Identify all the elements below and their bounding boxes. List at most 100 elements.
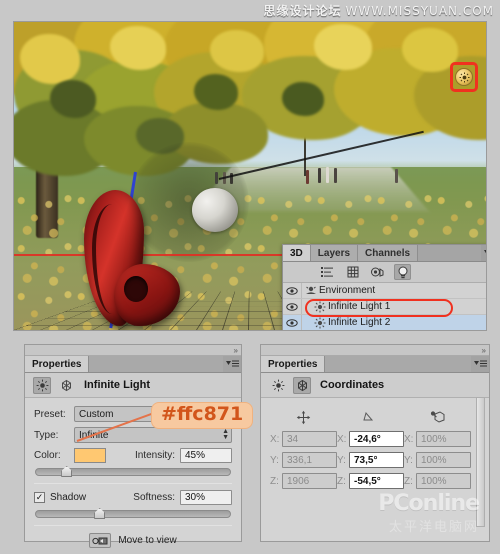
tab-properties[interactable]: Properties	[25, 356, 89, 372]
visibility-eye-icon[interactable]	[283, 315, 302, 330]
infinite-light-icon	[311, 301, 328, 313]
position-y-input[interactable]: 336,1	[282, 452, 337, 468]
scale-icon	[430, 410, 446, 428]
light-properties-icon[interactable]	[33, 377, 51, 394]
preset-label: Preset:	[34, 409, 74, 420]
list-item[interactable]: Infinite Light 1	[283, 299, 486, 315]
properties-tabbar: Properties	[25, 356, 241, 373]
list-item[interactable]: Infinite Light 2	[283, 315, 486, 330]
tabbar-filler	[89, 356, 223, 372]
panel-collapse-icon[interactable]: »	[261, 345, 489, 356]
properties-title: Coordinates	[320, 379, 384, 391]
rotation-cell: X: -24,6°	[337, 431, 404, 447]
coordinates-properties-icon[interactable]	[57, 377, 75, 394]
coordinates-properties-icon[interactable]	[293, 377, 311, 394]
rotation-cell: Z: -54,5°	[337, 473, 404, 489]
watermark-cn-text: 思缘设计论坛	[264, 4, 342, 18]
softness-label: Softness:	[133, 492, 175, 503]
properties-tabbar: Properties	[261, 356, 489, 373]
document-canvas[interactable]: 3D Layers Channels	[14, 22, 486, 330]
intensity-slider-knob[interactable]	[61, 466, 72, 477]
axis-label: Z:	[337, 476, 346, 487]
axis-label: Z:	[270, 476, 279, 487]
rotation-y-input[interactable]: 73,5°	[349, 452, 404, 468]
rotate-icon	[363, 410, 379, 428]
tab-channels[interactable]: Channels	[358, 245, 418, 261]
panel-menu-icon[interactable]	[223, 356, 241, 372]
panel-menu-icon[interactable]	[481, 245, 486, 261]
axis-label: Y:	[337, 455, 346, 466]
tab-properties[interactable]: Properties	[261, 356, 325, 372]
type-select[interactable]: Infinite ▲▼	[74, 427, 232, 443]
axis-label: Z:	[404, 476, 413, 487]
panel-3d-tabbar: 3D Layers Channels	[283, 245, 486, 262]
softness-slider-knob[interactable]	[94, 508, 105, 519]
shadow-checkbox[interactable]: ✓	[34, 492, 45, 503]
rotation-cell: Y: 73,5°	[337, 452, 404, 468]
tab-layers[interactable]: Layers	[311, 245, 358, 261]
position-cell: Y: 336,1	[270, 452, 337, 468]
list-item-label: Infinite Light 1	[328, 301, 390, 312]
scale-x-input[interactable]: 100%	[416, 431, 471, 447]
lights-filter-icon[interactable]	[394, 264, 411, 280]
coordinate-fields-grid: X: 34 X: -24,6° X: 100% Y: 336,1	[270, 431, 471, 489]
scale-y-input[interactable]: 100%	[416, 452, 471, 468]
site-watermark-top: 思缘设计论坛 WWW.MISSYUAN.COM	[264, 2, 494, 19]
visibility-eye-icon[interactable]	[283, 299, 302, 314]
position-x-input[interactable]: 34	[282, 431, 337, 447]
move-to-view-icon[interactable]	[89, 533, 111, 548]
toggle-lights-button[interactable]	[455, 68, 473, 86]
color-label: Color:	[34, 450, 74, 461]
shadow-row: ✓ Shadow Softness: 30%	[34, 490, 232, 505]
properties-title: Infinite Light	[84, 379, 150, 391]
mesh-filter-icon[interactable]	[344, 264, 361, 280]
panel-scrollbar[interactable]	[476, 397, 485, 527]
watermark-url-text: WWW.MISSYUAN.COM	[346, 4, 494, 18]
light-properties-icon[interactable]	[269, 377, 287, 394]
rotation-z-input[interactable]: -54,5°	[349, 473, 404, 489]
softness-slider[interactable]	[35, 510, 231, 518]
scale-z-input[interactable]: 100%	[416, 473, 471, 489]
infinite-light-widget-handle[interactable]	[192, 188, 238, 232]
environment-icon	[302, 285, 319, 296]
properties-header: Coordinates	[261, 373, 489, 398]
panel-3d-filter-toolbar[interactable]	[283, 262, 486, 283]
panel-menu-icon[interactable]	[471, 356, 489, 372]
light-color-swatch[interactable]	[74, 448, 106, 463]
panel-3d-scene-list[interactable]: Environment Infinite Light 1 Infinite	[283, 283, 486, 330]
panel-3d[interactable]: 3D Layers Channels	[282, 244, 486, 330]
tabbar-filler	[325, 356, 471, 372]
color-callout-badge: #ffc871	[151, 402, 253, 429]
position-z-input[interactable]: 1906	[282, 473, 337, 489]
list-item-label: Infinite Light 2	[328, 317, 390, 328]
section-divider	[34, 525, 232, 526]
infinite-light-icon	[311, 317, 328, 329]
move-to-view-row[interactable]: Move to view	[34, 533, 232, 548]
properties-header: Infinite Light	[25, 373, 241, 398]
panel-collapse-icon[interactable]: »	[25, 345, 241, 356]
chevron-updown-icon[interactable]: ▲▼	[222, 429, 229, 441]
scale-cell: X: 100%	[404, 431, 471, 447]
color-intensity-row: Color: Intensity: 45%	[34, 448, 232, 463]
3d-sculpture-object[interactable]	[66, 190, 186, 330]
intensity-slider[interactable]	[35, 468, 231, 476]
properties-panel-light[interactable]: » Properties Infinite Light Preset: Cust…	[24, 344, 242, 542]
coordinate-row: X: 34 X: -24,6° X: 100%	[270, 431, 471, 447]
position-cell: Z: 1906	[270, 473, 337, 489]
type-row: Type: Infinite ▲▼	[34, 427, 232, 443]
rotation-x-input[interactable]: -24,6°	[349, 431, 404, 447]
move-to-view-label: Move to view	[118, 535, 176, 546]
intensity-label: Intensity:	[135, 450, 175, 461]
softness-input[interactable]: 30%	[180, 490, 232, 505]
tab-3d[interactable]: 3D	[283, 245, 311, 261]
intensity-input[interactable]: 45%	[180, 448, 232, 463]
visibility-eye-icon[interactable]	[283, 283, 302, 298]
scale-cell: Y: 100%	[404, 452, 471, 468]
properties-panel-coordinates[interactable]: » Properties Coordinates	[260, 344, 490, 542]
list-item[interactable]: Environment	[283, 283, 486, 299]
materials-filter-icon[interactable]	[369, 264, 386, 280]
type-label: Type:	[34, 430, 74, 441]
axis-label: X:	[337, 434, 346, 445]
autumn-canopy	[14, 22, 486, 182]
scene-filter-icon[interactable]	[319, 264, 336, 280]
